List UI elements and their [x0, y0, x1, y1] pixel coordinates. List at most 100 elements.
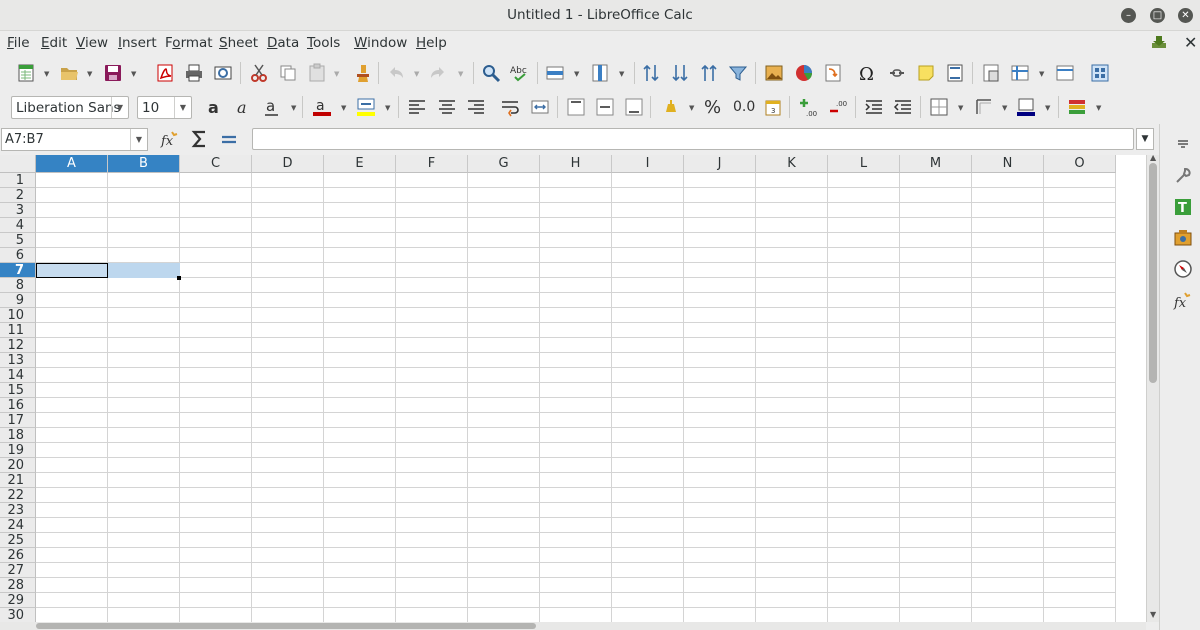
print-icon[interactable] — [184, 63, 204, 83]
close-window-button[interactable]: ✕ — [1178, 8, 1193, 23]
column-header-j[interactable]: J — [684, 155, 756, 173]
row-header-8[interactable]: 8 — [0, 278, 36, 293]
row-header-6[interactable]: 6 — [0, 248, 36, 263]
menu-window[interactable]: Window — [354, 35, 407, 51]
open-dropdown-icon[interactable]: ▼ — [87, 70, 92, 78]
border-style-dropdown-icon[interactable]: ▼ — [1002, 104, 1007, 112]
minimize-button[interactable]: – — [1121, 8, 1136, 23]
name-box[interactable]: A7:B7 ▼ — [1, 128, 148, 151]
row-header-26[interactable]: 26 — [0, 548, 36, 563]
row-header-19[interactable]: 19 — [0, 443, 36, 458]
autofilter-icon[interactable] — [728, 63, 748, 83]
row-header-16[interactable]: 16 — [0, 398, 36, 413]
select-all-corner[interactable] — [0, 155, 36, 173]
split-window-icon[interactable] — [1055, 63, 1075, 83]
row-header-9[interactable]: 9 — [0, 293, 36, 308]
sort-ascending-icon[interactable] — [670, 63, 690, 83]
column-header-i[interactable]: I — [612, 155, 684, 173]
add-decimal-place-icon[interactable]: .00 — [798, 97, 818, 117]
number-format-icon[interactable]: 0.0 — [733, 99, 755, 115]
highlight-color-icon[interactable] — [356, 97, 376, 117]
paste-icon[interactable] — [307, 63, 327, 83]
fill-handle[interactable] — [177, 276, 181, 280]
bold-icon[interactable]: a — [204, 97, 224, 117]
redo-icon[interactable] — [428, 63, 448, 83]
conditional-formatting-icon[interactable] — [1067, 97, 1087, 117]
horizontal-scroll-thumb[interactable] — [36, 623, 536, 629]
font-name-combo[interactable]: Liberation Sans ▼ — [11, 96, 129, 119]
row-header-17[interactable]: 17 — [0, 413, 36, 428]
new-dropdown-icon[interactable]: ▼ — [44, 70, 49, 78]
show-draw-functions-icon[interactable] — [1090, 63, 1110, 83]
chevron-down-icon[interactable]: ▼ — [174, 97, 191, 118]
menu-view[interactable]: View — [76, 35, 108, 51]
column-icon[interactable] — [590, 63, 610, 83]
row-header-1[interactable]: 1 — [0, 173, 36, 188]
chevron-down-icon[interactable]: ▼ — [111, 97, 128, 118]
special-character-icon[interactable]: Ω — [857, 63, 877, 83]
italic-icon[interactable]: a — [233, 97, 253, 117]
borders-icon[interactable] — [929, 97, 949, 117]
export-pdf-icon[interactable] — [155, 63, 175, 83]
font-color-dropdown-icon[interactable]: ▼ — [341, 104, 346, 112]
wrap-text-icon[interactable] — [500, 97, 520, 117]
row-header-13[interactable]: 13 — [0, 353, 36, 368]
update-download-icon[interactable] — [1151, 35, 1167, 49]
decrease-indent-icon[interactable] — [893, 97, 913, 117]
row-dropdown-icon[interactable]: ▼ — [574, 70, 579, 78]
border-color-icon[interactable] — [1016, 97, 1036, 117]
gallery-icon[interactable] — [1173, 228, 1193, 248]
row-header-23[interactable]: 23 — [0, 503, 36, 518]
freeze-panes-icon[interactable] — [1010, 63, 1030, 83]
freeze-dropdown-icon[interactable]: ▼ — [1039, 70, 1044, 78]
row-header-7[interactable]: 7 — [0, 263, 36, 278]
menu-file[interactable]: File — [7, 35, 30, 51]
styles-icon[interactable]: T — [1173, 197, 1193, 217]
properties-icon[interactable] — [1173, 166, 1193, 186]
row-header-18[interactable]: 18 — [0, 428, 36, 443]
comment-icon[interactable] — [916, 63, 936, 83]
sidebar-menu-icon[interactable] — [1173, 134, 1193, 154]
sort-descending-icon[interactable] — [699, 63, 719, 83]
menu-tools[interactable]: Tools — [307, 35, 340, 51]
column-header-n[interactable]: N — [972, 155, 1044, 173]
spreadsheet-grid[interactable]: ABCDEFGHIJKLMNO 1 2 3 4 5 6 7 8 9 10 11 12 13 14 15 16 1… — [0, 155, 1146, 622]
date-format-icon[interactable]: 3 — [763, 97, 783, 117]
vertical-scrollbar[interactable]: ▲ ▼ — [1146, 153, 1159, 622]
undo-dropdown-icon[interactable]: ▼ — [414, 70, 419, 78]
sort-icon[interactable] — [641, 63, 661, 83]
formula-icon[interactable] — [219, 129, 239, 149]
scroll-down-icon[interactable]: ▼ — [1150, 610, 1156, 619]
redo-dropdown-icon[interactable]: ▼ — [458, 70, 463, 78]
center-vertically-icon[interactable] — [595, 97, 615, 117]
column-header-e[interactable]: E — [324, 155, 396, 173]
column-header-a[interactable]: A — [36, 155, 108, 173]
column-header-c[interactable]: C — [180, 155, 252, 173]
new-spreadsheet-icon[interactable] — [16, 63, 36, 83]
delete-decimal-place-icon[interactable]: .00 — [828, 97, 848, 117]
chevron-down-icon[interactable]: ▼ — [130, 129, 147, 150]
undo-icon[interactable] — [386, 63, 406, 83]
menu-sheet[interactable]: Sheet — [219, 35, 258, 51]
row-icon[interactable] — [545, 63, 565, 83]
align-center-icon[interactable] — [437, 97, 457, 117]
currency-format-icon[interactable] — [660, 97, 680, 117]
border-style-icon[interactable] — [974, 97, 994, 117]
formula-input[interactable] — [252, 128, 1134, 150]
paste-dropdown-icon[interactable]: ▼ — [334, 70, 339, 78]
row-header-25[interactable]: 25 — [0, 533, 36, 548]
underline-dropdown-icon[interactable]: ▼ — [291, 104, 296, 112]
column-header-o[interactable]: O — [1044, 155, 1116, 173]
menu-insert[interactable]: Insert — [118, 35, 157, 51]
borders-dropdown-icon[interactable]: ▼ — [958, 104, 963, 112]
increase-indent-icon[interactable] — [864, 97, 884, 117]
align-top-icon[interactable] — [566, 97, 586, 117]
find-replace-icon[interactable] — [481, 63, 501, 83]
menu-data[interactable]: Data — [267, 35, 299, 51]
column-header-g[interactable]: G — [468, 155, 540, 173]
percent-format-icon[interactable]: % — [704, 97, 721, 118]
column-header-k[interactable]: K — [756, 155, 828, 173]
save-icon[interactable] — [103, 63, 123, 83]
column-header-m[interactable]: M — [900, 155, 972, 173]
highlight-dropdown-icon[interactable]: ▼ — [385, 104, 390, 112]
